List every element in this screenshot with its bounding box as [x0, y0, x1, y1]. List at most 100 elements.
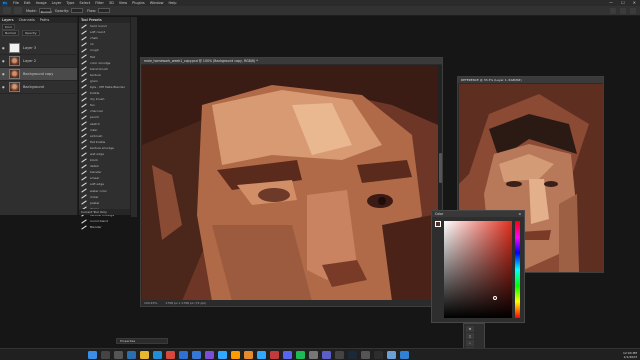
brush-preset-label: detail: [90, 164, 99, 169]
brush-preset-label: airbrush: [90, 133, 103, 138]
zoom-icon[interactable]: ⌕: [466, 340, 474, 346]
brush-preset-label: block: [90, 158, 98, 163]
close-icon[interactable]: ✕: [633, 0, 636, 5]
tab-layers[interactable]: Layers: [2, 18, 14, 22]
menu-edit[interactable]: Edit: [24, 1, 31, 5]
media-icon[interactable]: [270, 351, 279, 359]
menu-layer[interactable]: Layer: [52, 1, 62, 5]
brush-stroke-icon: [81, 84, 87, 90]
move-icon[interactable]: ✥: [466, 326, 474, 332]
notepad-icon[interactable]: [387, 351, 396, 359]
brush-preset-label: chalk: [90, 36, 98, 41]
zoom-level[interactable]: 100.45%: [144, 301, 157, 305]
menu-view[interactable]: View: [119, 1, 127, 5]
visibility-eye-icon[interactable]: ●: [2, 59, 6, 63]
brush-tool-icon[interactable]: [14, 7, 22, 14]
brush-preset-label: color smudge: [90, 60, 111, 65]
layer-row[interactable]: ● Layer 3: [0, 42, 77, 55]
brush-preset-label: mixer: [90, 194, 99, 199]
obs-icon[interactable]: [335, 351, 344, 359]
illustrator-icon[interactable]: [231, 351, 240, 359]
layer-row[interactable]: ● Background: [0, 81, 77, 94]
document-tab[interactable]: male_homework_week1_copy.psd @ 100% (Bac…: [141, 58, 442, 64]
search-icon[interactable]: [101, 351, 110, 359]
scrollbar-thumb[interactable]: [438, 153, 442, 183]
brush-stroke-icon: [81, 103, 87, 108]
properties-panel-tab[interactable]: Properties: [116, 338, 168, 344]
document-info[interactable]: 1798 px x 1798 px (72 ppi): [165, 301, 206, 305]
brush-list: hard round soft round chalk oil rough flat col…: [79, 23, 130, 230]
visibility-eye-icon[interactable]: ●: [2, 46, 6, 50]
saturation-value-field[interactable]: [444, 221, 512, 318]
menu-window[interactable]: Window: [150, 1, 164, 5]
lightroom-icon[interactable]: [257, 351, 266, 359]
widgets-icon[interactable]: [127, 351, 136, 359]
terminal-icon[interactable]: [374, 351, 383, 359]
flow-input[interactable]: [98, 8, 111, 13]
explorer-icon[interactable]: [140, 351, 149, 359]
blend-row: Normal Opacity:: [2, 29, 75, 36]
minimize-icon[interactable]: —: [609, 0, 613, 5]
menu-3d[interactable]: 3D: [109, 1, 114, 5]
opacity-input[interactable]: [71, 8, 84, 13]
tab-paths[interactable]: Paths: [40, 18, 50, 22]
maximize-icon[interactable]: ☐: [621, 0, 625, 5]
calculator-icon[interactable]: [361, 351, 370, 359]
color-panel-header[interactable]: Color ≡: [432, 211, 524, 217]
tab-channels[interactable]: Channels: [19, 18, 35, 22]
vscode-icon[interactable]: [400, 351, 409, 359]
mode-select[interactable]: Normal: [38, 8, 52, 14]
color-picker-marker[interactable]: [493, 296, 497, 300]
brush-preset-label: grain: [90, 78, 98, 83]
visibility-eye-icon[interactable]: ●: [2, 72, 6, 76]
clock-date[interactable]: 1/1/2023: [623, 355, 637, 359]
mail-icon[interactable]: [192, 351, 201, 359]
bridge-icon[interactable]: [244, 351, 253, 359]
chrome-icon[interactable]: [166, 351, 175, 359]
painting-canvas[interactable]: [142, 65, 438, 301]
brush-stroke-icon: [81, 78, 87, 84]
photoshop-icon[interactable]: [218, 351, 227, 359]
task-view-icon[interactable]: [114, 351, 123, 359]
windows-start-icon[interactable]: [88, 351, 97, 359]
home-icon[interactable]: [3, 7, 11, 14]
menu-image[interactable]: Image: [36, 1, 47, 5]
settings-icon[interactable]: [309, 351, 318, 359]
discord-icon[interactable]: [283, 351, 292, 359]
collapsed-panel-strip[interactable]: [131, 17, 137, 217]
edge-icon[interactable]: [153, 351, 162, 359]
panel-menu-icon[interactable]: ≡: [518, 212, 521, 216]
layer-row-selected[interactable]: ● Background copy: [0, 68, 77, 81]
teams-icon[interactable]: [322, 351, 331, 359]
brush-preset-label: soft edge: [90, 182, 105, 187]
brush-preset-label: sketch: [90, 121, 100, 126]
blend-mode-select[interactable]: Normal: [2, 29, 19, 36]
menu-filter[interactable]: Filter: [95, 1, 104, 5]
foreground-color-swatch[interactable]: [435, 221, 441, 227]
photos-icon[interactable]: [205, 351, 214, 359]
steam-icon[interactable]: [348, 351, 357, 359]
brush-preset-item[interactable]: Blender: [79, 224, 130, 230]
brush-stroke-icon: [81, 182, 87, 187]
current-tool-only-checkbox[interactable]: Current Tool Only: [79, 209, 130, 215]
menu-plugins[interactable]: Plugins: [132, 1, 145, 5]
menu-type[interactable]: Type: [66, 1, 74, 5]
brush-stroke-icon: [81, 164, 87, 169]
search-icon[interactable]: [610, 8, 616, 14]
store-icon[interactable]: [179, 351, 188, 359]
workspace-icon[interactable]: [620, 8, 626, 14]
menu-help[interactable]: Help: [169, 1, 177, 5]
spotify-icon[interactable]: [296, 351, 305, 359]
layers-panel: Layers Channels Paths Kind Normal Opacit…: [0, 17, 78, 215]
brush-stroke-icon: [81, 200, 87, 205]
visibility-eye-icon[interactable]: ●: [2, 85, 6, 89]
reference-tab[interactable]: REFERENCE @ 33.3% (Layer 1, RGB/8#): [458, 77, 603, 83]
layer-filter-row: Kind: [2, 23, 75, 30]
frame-icon[interactable]: ◻: [466, 333, 474, 339]
menu-select[interactable]: Select: [79, 1, 90, 5]
menu-file[interactable]: File: [13, 1, 19, 5]
layer-row[interactable]: ● Layer 2: [0, 55, 77, 68]
layer-name: Background copy: [23, 72, 54, 76]
hue-slider[interactable]: [515, 221, 520, 318]
share-icon[interactable]: [630, 8, 636, 14]
